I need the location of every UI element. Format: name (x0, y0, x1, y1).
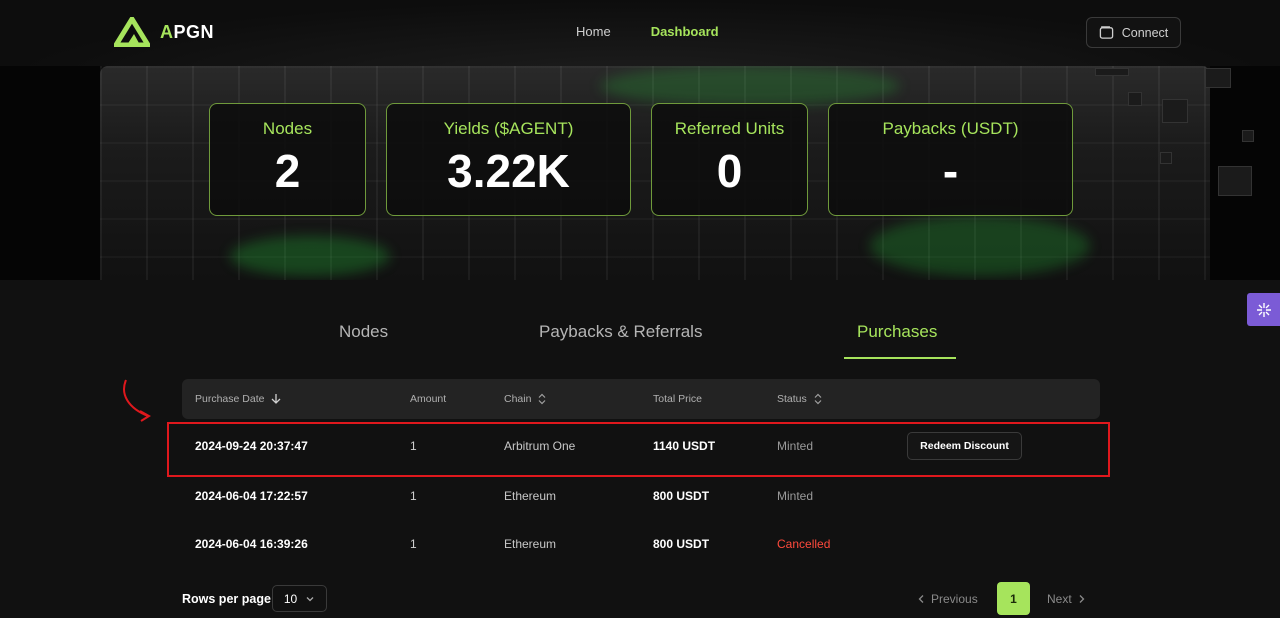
purchase-date-cell: 2024-09-24 20:37:47 (195, 439, 308, 453)
floating-cube (1218, 166, 1252, 196)
logo[interactable]: APGN (114, 17, 214, 47)
tab-paybacks-referrals[interactable]: Paybacks & Referrals (539, 322, 702, 342)
previous-page-button[interactable]: Previous (917, 592, 978, 606)
stat-card-paybacks: Paybacks (USDT) - (828, 103, 1073, 216)
next-label: Next (1047, 592, 1072, 606)
hero-glow (230, 236, 390, 276)
dashboard-tabs: Nodes Paybacks & Referrals Purchases (0, 322, 1280, 362)
stat-label: Nodes (262, 119, 313, 138)
hero-banner: Nodes 2 Yields ($AGENT) 3.22K Referred U… (0, 66, 1280, 280)
rows-per-page-label: Rows per page (182, 592, 271, 606)
stat-value: 0 (716, 145, 743, 197)
floating-cube (1205, 68, 1231, 88)
main-nav: Home Dashboard (576, 24, 719, 39)
stat-card-yields: Yields ($AGENT) 3.22K (386, 103, 631, 216)
stat-value: 2 (274, 145, 301, 197)
nav-home-link[interactable]: Home (576, 24, 611, 39)
column-header-chain[interactable]: Chain (504, 393, 547, 405)
hero-glow (600, 66, 900, 106)
chevron-left-icon (918, 595, 924, 603)
stat-value: - (942, 145, 959, 197)
purchase-date-cell: 2024-06-04 17:22:57 (195, 489, 308, 503)
column-header-status[interactable]: Status (777, 393, 823, 405)
floating-cube (1128, 92, 1142, 106)
floating-cube (1095, 68, 1129, 76)
tab-nodes[interactable]: Nodes (339, 322, 388, 342)
tab-purchases[interactable]: Purchases (857, 322, 937, 342)
status-cell: Minted (777, 489, 814, 503)
page-number-button[interactable]: 1 (997, 582, 1030, 615)
connect-label: Connect (1121, 25, 1169, 40)
hero-glow (870, 216, 1090, 276)
rows-per-page-select[interactable]: 10 (272, 585, 327, 612)
rows-per-page-value: 10 (283, 591, 298, 606)
column-header-total-price: Total Price (653, 393, 702, 405)
annotation-arrow (123, 379, 151, 422)
column-header-label: Status (777, 393, 807, 405)
chevron-down-icon (306, 596, 314, 601)
connect-wallet-button[interactable]: Connect (1086, 17, 1181, 48)
chain-cell: Ethereum (504, 489, 557, 503)
sort-icon (539, 393, 546, 405)
nav-dashboard-link[interactable]: Dashboard (651, 24, 719, 39)
logo-icon (114, 17, 150, 47)
column-header-label: Amount (410, 393, 447, 405)
table-row: 2024-06-04 17:22:57 1 Ethereum 800 USDT … (182, 473, 1100, 519)
stat-label: Paybacks (USDT) (882, 119, 1019, 138)
stat-value: 3.22K (447, 145, 570, 197)
total-price-cell: 800 USDT (653, 537, 710, 551)
total-price-cell: 800 USDT (653, 489, 710, 503)
floating-cube (1242, 130, 1254, 142)
status-cell: Cancelled (777, 537, 831, 551)
table-row: 2024-06-04 16:39:26 1 Ethereum 800 USDT … (182, 521, 1100, 567)
sort-icon (814, 393, 822, 405)
stat-label: Referred Units (674, 119, 785, 138)
column-header-label: Chain (504, 393, 532, 405)
arrow-down-icon (272, 394, 281, 404)
active-tab-indicator (844, 357, 956, 359)
column-header-label: Total Price (653, 393, 703, 405)
amount-cell: 1 (410, 537, 417, 551)
table-row: 2024-09-24 20:37:47 1 Arbitrum One 1140 … (182, 423, 1100, 469)
floating-cube (1160, 152, 1172, 164)
floating-cube (1162, 99, 1188, 123)
column-header-amount: Amount (410, 393, 446, 405)
chain-cell: Arbitrum One (504, 439, 576, 453)
column-header-purchase-date[interactable]: Purchase Date (195, 393, 282, 405)
top-nav-bar: APGN Home Dashboard Connect (0, 0, 1280, 66)
chain-cell: Ethereum (504, 537, 557, 551)
amount-cell: 1 (410, 489, 417, 503)
stat-card-nodes: Nodes 2 (209, 103, 366, 216)
wallet-icon (1099, 26, 1113, 39)
purchases-table-header: Purchase Date Amount Chain Total Price S… (182, 379, 1100, 419)
status-cell: Minted (777, 439, 814, 453)
previous-label: Previous (931, 592, 978, 606)
total-price-cell: 1140 USDT (653, 439, 716, 453)
next-page-button[interactable]: Next (1047, 592, 1086, 606)
column-header-label: Purchase Date (195, 393, 265, 405)
stat-label: Yields ($AGENT) (443, 119, 574, 138)
purchase-date-cell: 2024-06-04 16:39:26 (195, 537, 308, 551)
chevron-right-icon (1079, 595, 1085, 603)
stat-card-referred-units: Referred Units 0 (651, 103, 808, 216)
sparkle-icon (1256, 302, 1271, 317)
amount-cell: 1 (410, 439, 417, 453)
redeem-discount-button[interactable]: Redeem Discount (907, 432, 1022, 460)
logo-text: APGN (160, 21, 215, 42)
